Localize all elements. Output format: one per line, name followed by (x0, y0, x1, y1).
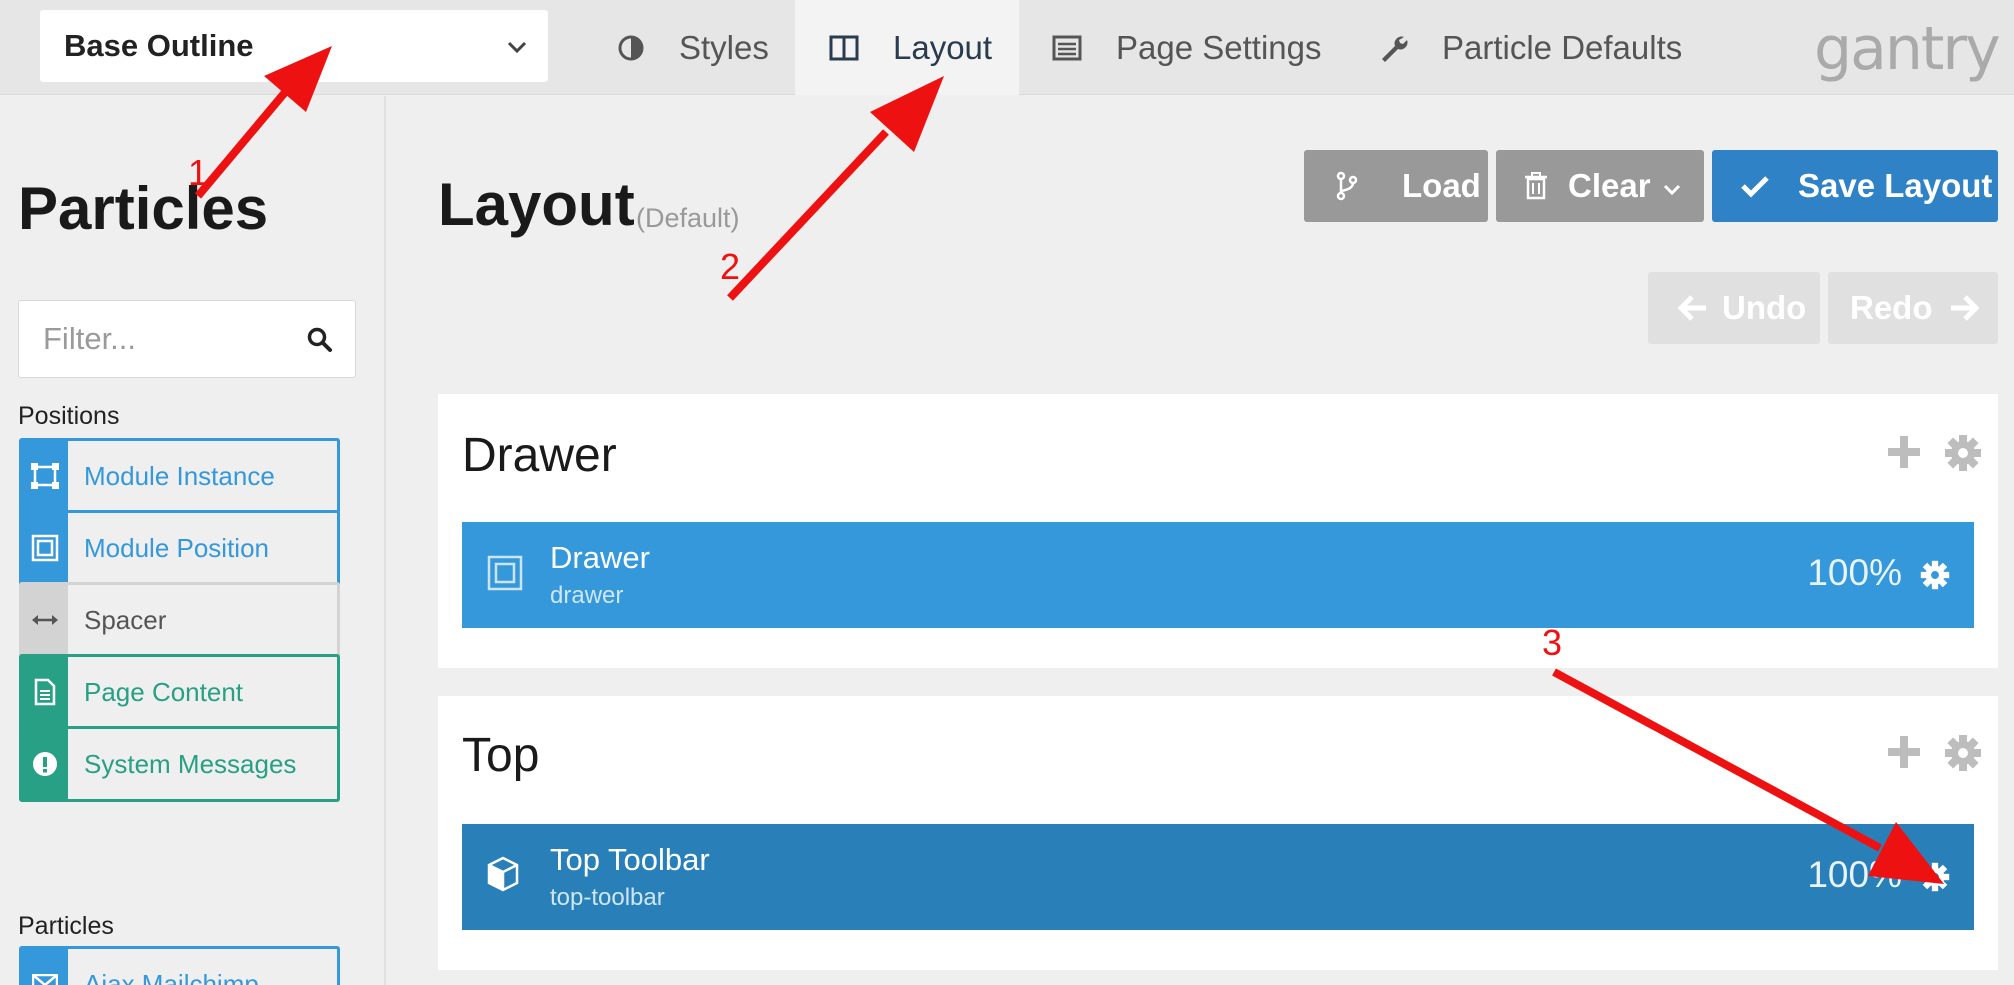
redo-button[interactable]: Redo (1828, 272, 1998, 344)
undo-label: Undo (1722, 289, 1807, 326)
annotation-label-1: 1 (188, 152, 209, 193)
gear-icon[interactable] (1920, 862, 1950, 892)
particle-label: Module Instance (84, 460, 275, 491)
chevron-down-icon (1663, 184, 1680, 196)
particles-label: Particles (18, 912, 114, 940)
tab-styles[interactable]: Styles (585, 0, 785, 95)
section-title: Top (462, 729, 540, 782)
particle-label: System Messages (84, 748, 297, 779)
check-icon (1741, 176, 1769, 198)
redo-label: Redo (1850, 289, 1933, 326)
gear-icon[interactable] (1944, 434, 1982, 472)
particle-label: Ajax Mailchimp (84, 968, 259, 985)
wrench-icon (1382, 36, 1408, 62)
particle-spacer[interactable]: Spacer (19, 582, 340, 658)
contrast-icon (618, 35, 644, 60)
arrow-right-icon (1950, 295, 1979, 321)
gantry-logo: gantry (1814, 14, 2001, 84)
tab-page-settings-label: Page Settings (1116, 28, 1322, 66)
columns-icon (829, 35, 859, 60)
chevron-down-icon (507, 41, 527, 54)
module-position-icon (22, 513, 68, 583)
filter-box (18, 300, 356, 378)
clear-button[interactable]: Clear (1496, 150, 1704, 222)
page-subtitle: (Default) (636, 203, 740, 233)
code-fork-icon (1336, 171, 1358, 201)
block-id: drawer (550, 582, 624, 609)
positions-label: Positions (18, 402, 120, 430)
particle-ajax-mailchimp[interactable]: Ajax Mailchimp (19, 946, 340, 985)
arrows-h-icon (22, 585, 68, 655)
particle-module-position[interactable]: Module Position (19, 510, 340, 586)
plus-icon[interactable] (1886, 734, 1922, 770)
plus-icon[interactable] (1886, 434, 1922, 470)
list-alt-icon (1052, 35, 1082, 60)
block-width: 100% (1807, 552, 1902, 593)
save-layout-label: Save Layout (1798, 167, 1993, 204)
section-tools (1886, 734, 1982, 772)
tab-layout-label: Layout (893, 28, 993, 66)
undo-button[interactable]: Undo (1648, 272, 1820, 344)
arrow-left-icon (1678, 295, 1706, 321)
module-position-icon (487, 555, 523, 591)
tab-particle-defaults-label: Particle Defaults (1442, 28, 1683, 66)
module-instance-icon (22, 441, 68, 511)
gear-icon[interactable] (1920, 560, 1950, 590)
particles-sidebar: Particles Positions Module Instance Modu… (0, 96, 386, 985)
cube-icon (487, 856, 519, 892)
section-title: Drawer (462, 429, 617, 482)
block-name: Top Toolbar (550, 842, 710, 877)
block-width: 100% (1807, 854, 1902, 895)
gear-icon[interactable] (1944, 734, 1982, 772)
section-drawer: Drawer Drawer drawer 100% (438, 394, 1998, 668)
particle-system-messages[interactable]: System Messages (19, 726, 340, 802)
clear-button-label: Clear (1568, 167, 1651, 204)
tab-styles-label: Styles (679, 28, 769, 66)
save-layout-button[interactable]: Save Layout (1712, 150, 1998, 222)
annotation-label-2: 2 (720, 246, 741, 287)
section-tools (1886, 434, 1982, 472)
trash-icon (1525, 172, 1547, 200)
layout-block-top-toolbar[interactable]: Top Toolbar top-toolbar 100% (462, 824, 1974, 930)
load-button[interactable]: Load (1304, 150, 1488, 222)
particle-label: Module Position (84, 532, 269, 563)
filter-input[interactable] (19, 321, 279, 357)
particle-label: Page Content (84, 676, 244, 707)
file-text-icon (22, 657, 68, 727)
sidebar-title: Particles (18, 175, 269, 242)
annotation-label-3: 3 (1542, 622, 1563, 663)
annotation-arrow-2 (727, 76, 944, 301)
block-name: Drawer (550, 540, 650, 575)
particle-page-content[interactable]: Page Content (19, 654, 340, 730)
particle-label: Spacer (84, 604, 167, 635)
load-button-label: Load (1402, 167, 1481, 204)
tab-particle-defaults[interactable]: Particle Defaults (1378, 0, 1698, 95)
tab-page-settings[interactable]: Page Settings (1052, 0, 1330, 95)
top-navigation-bar: Base Outline Styles Layout Page Settings… (0, 0, 2014, 95)
section-top: Top Top Toolbar top-toolbar 100% (438, 696, 1998, 970)
outline-selector[interactable]: Base Outline (40, 10, 548, 82)
envelope-icon (22, 949, 68, 985)
page-title: Layout (438, 171, 635, 238)
outline-selector-value: Base Outline (64, 28, 254, 63)
exclamation-circle-icon (22, 729, 68, 799)
layout-block-drawer[interactable]: Drawer drawer 100% (462, 522, 1974, 628)
particle-module-instance[interactable]: Module Instance (19, 438, 340, 514)
block-id: top-toolbar (550, 884, 665, 911)
search-icon[interactable] (307, 327, 333, 353)
tab-layout[interactable]: Layout (795, 0, 1019, 95)
